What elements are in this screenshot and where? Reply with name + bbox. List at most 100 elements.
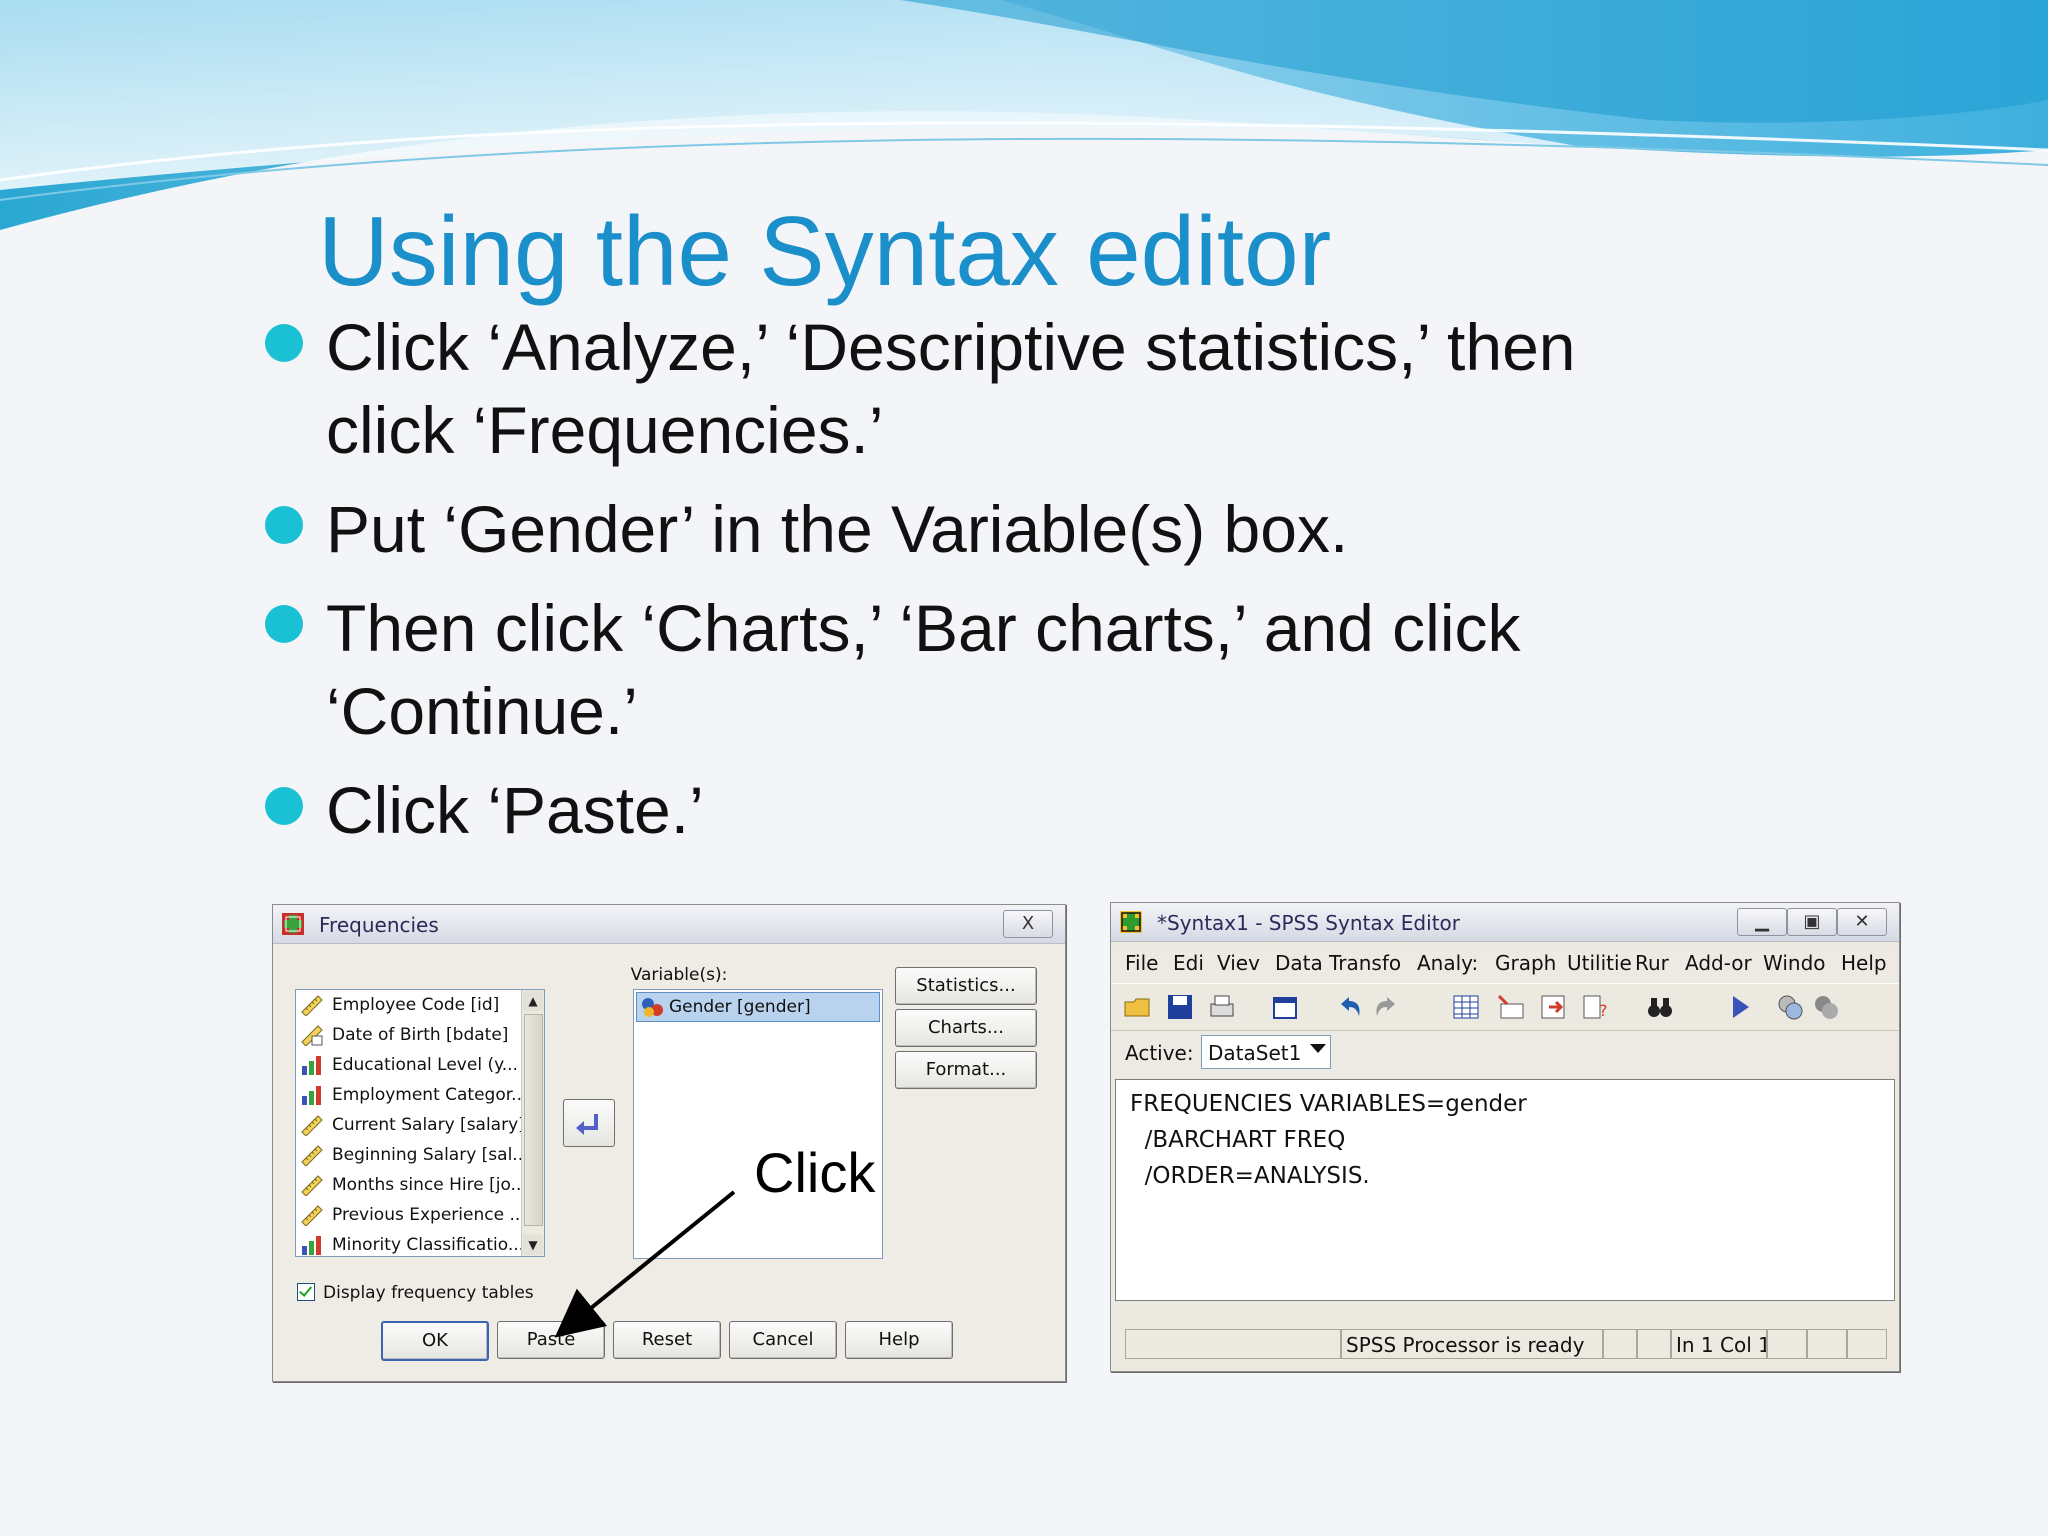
find-binoculars-icon[interactable]	[1645, 992, 1675, 1022]
menu-run[interactable]: Rur	[1635, 951, 1669, 975]
use-sets-icon[interactable]	[1775, 992, 1805, 1022]
bullet-item: Click ‘Paste.’	[262, 769, 1762, 852]
show-all-variables-icon[interactable]	[1811, 992, 1841, 1022]
menu-edit[interactable]: Edi	[1173, 951, 1204, 975]
variable-list-item[interactable]: Employee Code [id]	[296, 990, 544, 1020]
checkbox-checked-icon[interactable]	[297, 1283, 315, 1301]
variable-info-icon[interactable]: ?	[1581, 992, 1611, 1022]
menu-graphs[interactable]: Graph	[1495, 951, 1556, 975]
variable-list-item[interactable]: Employment Categor...	[296, 1080, 544, 1110]
date-ruler-icon	[300, 1024, 324, 1047]
dialog-recall-icon[interactable]	[1271, 992, 1301, 1022]
ruler-icon	[300, 1204, 324, 1227]
bullet-dot-icon	[265, 324, 303, 362]
spss-app-icon	[1120, 911, 1142, 933]
arrow-left-icon	[576, 1114, 598, 1135]
active-dataset-select[interactable]: DataSet1	[1201, 1035, 1331, 1069]
menu-analyze[interactable]: Analy:	[1417, 951, 1478, 975]
help-button[interactable]: Help	[845, 1321, 953, 1359]
dropdown-arrow-icon	[1310, 1044, 1326, 1053]
window-titlebar: *Syntax1 - SPSS Syntax Editor ▁ ▣ ✕	[1111, 903, 1899, 942]
maximize-button[interactable]: ▣	[1787, 908, 1837, 936]
redo-icon[interactable]	[1371, 992, 1401, 1022]
menu-file[interactable]: File	[1125, 951, 1158, 975]
svg-text:?: ?	[1599, 1001, 1608, 1020]
variable-label: Current Salary [salary]	[332, 1115, 525, 1135]
menu-add-ons[interactable]: Add-or	[1685, 951, 1752, 975]
open-folder-icon[interactable]	[1123, 992, 1153, 1022]
variable-label: Employment Categor...	[332, 1085, 528, 1105]
menu-utilities[interactable]: Utilitie	[1567, 951, 1632, 975]
cancel-button[interactable]: Cancel	[729, 1321, 837, 1359]
bullet-line: click ‘Frequencies.’	[326, 393, 884, 467]
menu-transform[interactable]: Transfo	[1329, 951, 1401, 975]
spss-app-icon	[282, 913, 304, 935]
ruler-icon	[300, 1114, 324, 1137]
menu-data[interactable]: Data	[1275, 951, 1323, 975]
source-variable-list[interactable]: Employee Code [id] Date of Birth [bdate] E…	[295, 989, 545, 1257]
bullet-dot-icon	[265, 605, 303, 643]
run-selection-icon[interactable]	[1725, 992, 1755, 1022]
callout-arrow-icon	[554, 1190, 736, 1338]
close-button[interactable]: X	[1003, 910, 1053, 938]
status-cell-empty	[1125, 1329, 1341, 1359]
go-to-case-icon[interactable]	[1495, 992, 1525, 1022]
ruler-icon	[300, 1144, 324, 1167]
variable-label: Minority Classificatio...	[332, 1235, 525, 1255]
syntax-text-area[interactable]: FREQUENCIES VARIABLES=gender /BARCHART F…	[1115, 1079, 1895, 1301]
active-label: Active:	[1125, 1041, 1194, 1065]
variable-list-item[interactable]: Minority Classificatio...	[296, 1230, 544, 1256]
variable-list-item[interactable]: Previous Experience ...	[296, 1200, 544, 1230]
variable-list-item[interactable]: Months since Hire [jo...	[296, 1170, 544, 1200]
close-icon: ✕	[1854, 911, 1870, 932]
menu-view[interactable]: Viev	[1217, 951, 1260, 975]
bullet-list: Click ‘Analyze,’ ‘Descriptive statistics…	[262, 306, 1762, 868]
toolbar: ?	[1111, 983, 1899, 1031]
status-cell-empty	[1767, 1329, 1807, 1359]
bullet-item: Then click ‘Charts,’ ‘Bar charts,’ and c…	[262, 587, 1762, 753]
variable-list-item[interactable]: Date of Birth [bdate]	[296, 1020, 544, 1050]
close-icon: X	[1021, 913, 1035, 934]
window-title: *Syntax1 - SPSS Syntax Editor	[1157, 911, 1460, 935]
bullet-item: Put ‘Gender’ in the Variable(s) box.	[262, 488, 1762, 571]
variable-list-item[interactable]: Educational Level (y...	[296, 1050, 544, 1080]
ok-button[interactable]: OK	[381, 1321, 489, 1361]
status-cell-empty	[1807, 1329, 1847, 1359]
selected-variable[interactable]: Gender [gender]	[636, 992, 880, 1022]
variables-icon[interactable]	[1539, 992, 1569, 1022]
bullet-dot-icon	[265, 506, 303, 544]
minimize-button[interactable]: ▁	[1737, 908, 1787, 936]
variable-label: Date of Birth [bdate]	[332, 1025, 509, 1045]
active-dataset-row: Active: DataSet1	[1111, 1031, 1899, 1075]
checkbox-label: Display frequency tables	[323, 1283, 534, 1303]
status-bar: SPSS Processor is ready In 1 Col 1	[1111, 1327, 1899, 1361]
code-line: FREQUENCIES VARIABLES=gender	[1130, 1091, 1527, 1117]
dialog-title: Frequencies	[319, 913, 439, 937]
bar-ordinal-icon	[300, 1234, 324, 1256]
slide-title: Using the Syntax editor	[318, 196, 1332, 306]
scroll-up-icon[interactable]: ▲	[523, 991, 543, 1011]
undo-icon[interactable]	[1335, 992, 1365, 1022]
maximize-icon: ▣	[1803, 911, 1821, 932]
move-variable-button[interactable]	[563, 1099, 615, 1147]
variable-label: Beginning Salary [sal...	[332, 1145, 529, 1165]
variable-label: Educational Level (y...	[332, 1055, 518, 1075]
print-icon[interactable]	[1207, 992, 1237, 1022]
menu-help[interactable]: Help	[1841, 951, 1887, 975]
bullet-line: Click ‘Paste.’	[326, 773, 704, 847]
status-cell-empty	[1847, 1329, 1887, 1359]
go-to-data-icon[interactable]	[1451, 992, 1481, 1022]
variable-list-item[interactable]: Beginning Salary [sal...	[296, 1140, 544, 1170]
bullet-line: Put ‘Gender’ in the Variable(s) box.	[326, 492, 1349, 566]
statistics-button[interactable]: Statistics...	[895, 967, 1037, 1005]
format-button[interactable]: Format...	[895, 1051, 1037, 1089]
save-icon[interactable]	[1165, 992, 1195, 1022]
close-button[interactable]: ✕	[1837, 908, 1887, 936]
menu-window[interactable]: Windo	[1763, 951, 1826, 975]
charts-button[interactable]: Charts...	[895, 1009, 1037, 1047]
variable-list-item[interactable]: Current Salary [salary]	[296, 1110, 544, 1140]
bullet-line: Then click ‘Charts,’ ‘Bar charts,’ and c…	[326, 591, 1521, 665]
display-frequency-tables-option[interactable]: Display frequency tables	[297, 1283, 534, 1303]
bullet-dot-icon	[265, 787, 303, 825]
status-processor: SPSS Processor is ready	[1341, 1329, 1603, 1359]
